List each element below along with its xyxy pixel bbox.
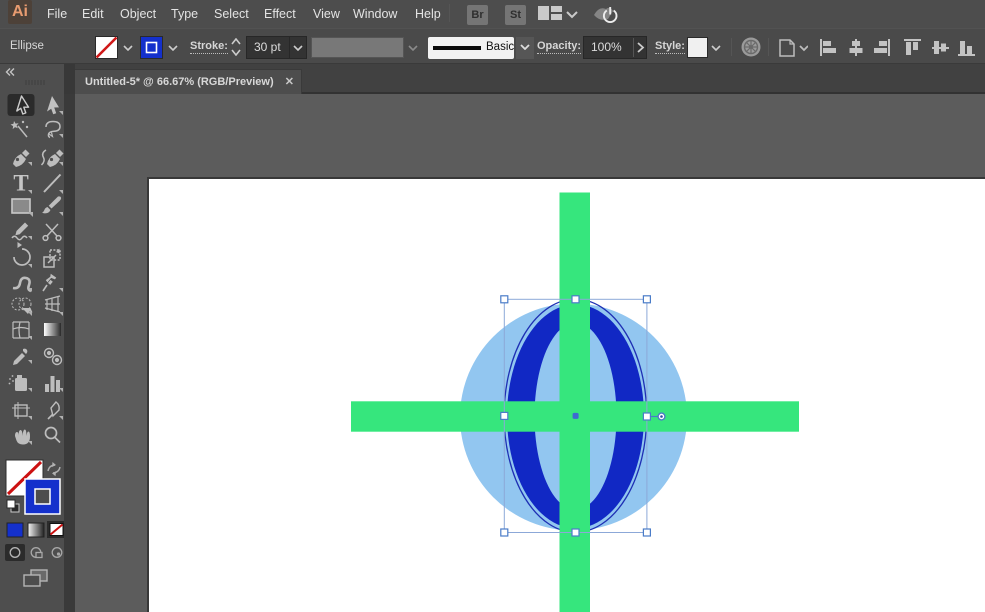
svg-text:T: T [13, 171, 28, 196]
